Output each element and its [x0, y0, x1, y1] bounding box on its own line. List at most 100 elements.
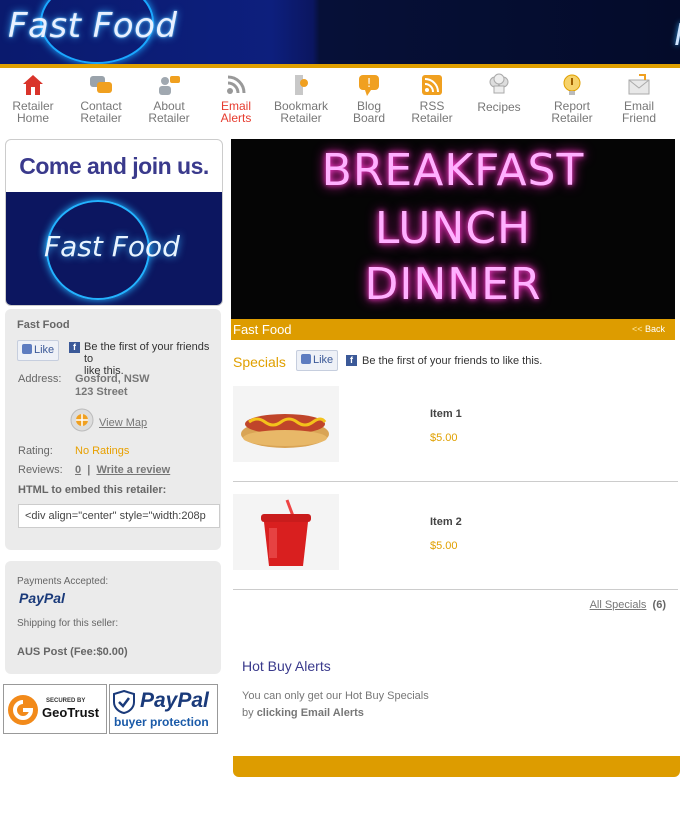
nav-retailer-home[interactable]: Retailer Home: [0, 70, 66, 124]
hotdog-image: [241, 414, 329, 448]
geotrust-badge[interactable]: SECURED BY GeoTrust: [3, 684, 107, 734]
hot-text-line1: You can only get our Hot Buy Specials: [242, 690, 429, 702]
paypal-logo: PayPal: [19, 590, 65, 606]
nav-report-retailer[interactable]: Report Retailer: [539, 70, 605, 124]
retailer-nav: Retailer Home Contact Retailer About Ret…: [0, 70, 680, 130]
retailer-name: Fast Food: [17, 319, 70, 331]
nav-label-2: Alerts: [220, 111, 252, 125]
address-line1: Gosford, NSW: [75, 373, 150, 385]
reviews-row: 0 | Write a review: [75, 464, 170, 476]
item-price: $5.00: [430, 432, 458, 444]
nav-bookmark-retailer[interactable]: Bookmark Retailer: [268, 70, 334, 124]
like-text-1: Be the first of your friends to: [84, 341, 210, 365]
nav-email-alerts[interactable]: Email Alerts: [203, 70, 269, 124]
hero-caption-bar: Fast Food << Back: [231, 319, 675, 340]
item-name[interactable]: Item 1: [430, 408, 462, 420]
nav-label-2: Home: [16, 111, 49, 125]
thumbs-up-icon: [301, 354, 311, 364]
nav-about-retailer[interactable]: About Retailer: [136, 70, 202, 124]
join-promo[interactable]: Come and join us. Fast Food: [5, 139, 223, 306]
hero-line-lunch: LUNCH: [374, 203, 532, 254]
facebook-like-button[interactable]: Like: [17, 340, 60, 361]
geotrust-secured-text: SECURED BY: [46, 698, 86, 704]
site-logo[interactable]: Fast Food: [8, 6, 178, 46]
item-image-soda[interactable]: [233, 494, 339, 570]
thumbs-up-icon: [22, 344, 32, 354]
all-specials-count: (6): [652, 599, 666, 611]
item-image-hotdog[interactable]: [233, 386, 339, 462]
nav-label-1: Recipes: [477, 100, 521, 114]
address-label: Address:: [18, 373, 62, 385]
back-link[interactable]: << Back: [632, 324, 665, 334]
view-map-link[interactable]: View Map: [99, 417, 147, 429]
reviews-label: Reviews:: [18, 464, 63, 476]
like-label: Like: [34, 344, 55, 356]
geotrust-logo-icon: [8, 695, 38, 725]
paypal-protection-badge[interactable]: PayPal buyer protection: [109, 684, 218, 734]
back-arrows-icon: <<: [631, 324, 643, 334]
hero-line-breakfast: BREAKFAST: [321, 145, 585, 196]
nav-blog-board[interactable]: ! Blog Board: [336, 70, 402, 124]
item-divider: [233, 589, 678, 590]
hero-title: Fast Food: [233, 322, 292, 337]
rss-icon: [227, 75, 246, 94]
paypal-badge-sub: buyer protection: [114, 715, 209, 729]
embed-code-field[interactable]: <div align="center" style="width:208p: [18, 504, 220, 528]
speech-bubble-icon: !: [359, 75, 379, 96]
banner-stripe: [0, 64, 680, 68]
nav-label-2: Board: [352, 111, 386, 125]
specials-title: Specials: [233, 354, 286, 370]
nav-email-friend[interactable]: Email Friend: [606, 70, 672, 124]
nav-label-2: Retailer: [551, 111, 593, 125]
all-specials-link[interactable]: All Specials: [590, 599, 647, 611]
header-banner: Fast Food Fa: [0, 0, 680, 64]
payments-label: Payments Accepted:: [17, 576, 109, 587]
alert-icon: [563, 74, 581, 95]
bookmark-icon: [295, 75, 308, 95]
facebook-icon: f: [346, 355, 357, 366]
rating-label: Rating:: [18, 445, 53, 457]
facebook-icon: f: [69, 342, 80, 353]
hot-buy-title: Hot Buy Alerts: [242, 658, 331, 674]
embed-label: HTML to embed this retailer:: [18, 484, 167, 496]
item-price: $5.00: [430, 540, 458, 552]
item-name[interactable]: Item 2: [430, 516, 462, 528]
paypal-badge-name: PayPal: [140, 689, 209, 712]
like-social-text: Be the first of your friends to like thi…: [84, 341, 221, 377]
shield-check-icon: [113, 690, 135, 714]
soda-cup-image: [261, 499, 311, 566]
reviews-count-link[interactable]: 0: [75, 464, 81, 476]
write-review-link[interactable]: Write a review: [96, 464, 170, 476]
svg-text:!: !: [367, 76, 372, 90]
nav-rss-retailer[interactable]: RSS Retailer: [399, 70, 465, 124]
nav-recipes[interactable]: Recipes: [466, 70, 532, 113]
hot-buy-text: You can only get our Hot Buy Specials by…: [242, 688, 429, 722]
hot-text-prefix: by: [242, 707, 254, 719]
all-specials-row: All Specials (6): [590, 599, 666, 611]
retailer-info: Fast Food Like f Be the first of your fr…: [5, 309, 221, 550]
rss-feed-icon: [422, 75, 442, 95]
like-social-text: Be the first of your friends to like thi…: [362, 355, 543, 367]
nav-contact-retailer[interactable]: Contact Retailer: [68, 70, 134, 124]
address-line2: 123 Street: [75, 386, 128, 398]
envelope-icon: [628, 74, 650, 95]
nav-label-2: Friend: [621, 111, 656, 125]
reviews-separator: |: [87, 464, 91, 476]
chef-hat-icon: [489, 73, 509, 94]
hero-image: BREAKFAST LUNCH DINNER: [231, 139, 675, 319]
like-label: Like: [313, 354, 334, 366]
hot-text-email-alerts[interactable]: clicking Email Alerts: [257, 707, 364, 719]
geotrust-name: GeoTrust: [42, 705, 100, 720]
payment-info: Payments Accepted: PayPal Shipping for t…: [5, 561, 221, 674]
facebook-like-button[interactable]: Like: [296, 350, 339, 371]
hero-line-dinner: DINNER: [364, 259, 542, 310]
bottom-bar: [233, 756, 680, 777]
shipping-value: AUS Post (Fee:$0.00): [17, 646, 128, 658]
nav-label-2: Retailer: [80, 111, 122, 125]
item-divider: [233, 481, 678, 482]
back-label: Back: [644, 324, 665, 334]
globe-icon: [70, 408, 94, 432]
shipping-label: Shipping for this seller:: [17, 618, 119, 629]
rating-value: No Ratings: [75, 445, 130, 457]
site-logo-repeat: Fa: [674, 18, 680, 53]
